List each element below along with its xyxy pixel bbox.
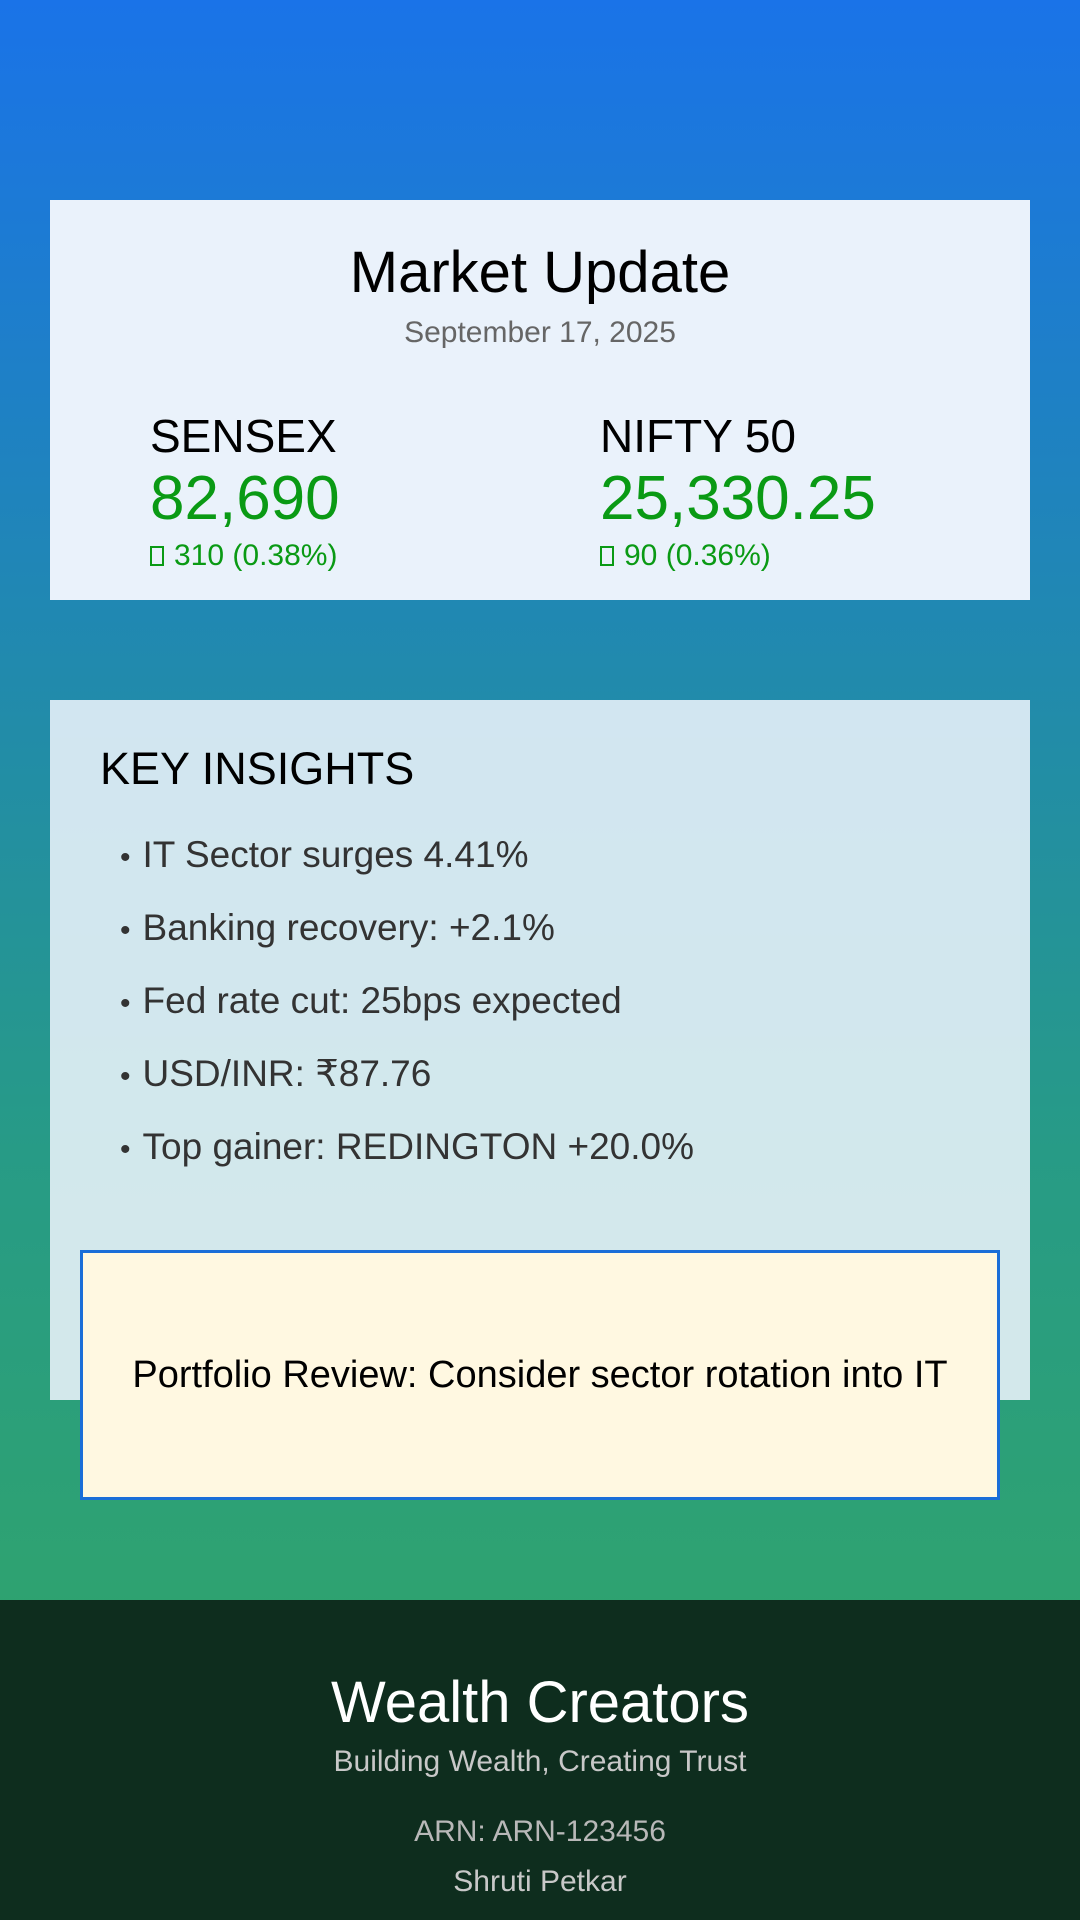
list-item: • IT Sector surges 4.41% (120, 820, 694, 893)
bullet-icon: • (120, 914, 131, 947)
insight-list: • IT Sector surges 4.41% • Banking recover… (120, 820, 694, 1185)
index-change-text: 310 (0.38%) (174, 539, 338, 572)
market-update-card: Market Update September 17, 2025 SENSEX … (50, 200, 1030, 600)
index-value: 25,330.25 (600, 464, 876, 533)
up-arrow-icon (600, 546, 614, 566)
list-item: • Fed rate cut: 25bps expected (120, 966, 694, 1039)
index-name: NIFTY 50 (600, 410, 796, 462)
index-nifty-50: NIFTY 50 25,330.25 90 (0.36%) (600, 410, 876, 574)
insight-text: USD/INR: ₹87.76 (142, 1053, 432, 1094)
portfolio-review-text: Portfolio Review: Consider sector rotati… (132, 1354, 948, 1396)
index-sensex: SENSEX 82,690 310 (0.38%) (150, 410, 340, 574)
up-arrow-icon (150, 546, 164, 566)
advisor-name: Shruti Petkar (453, 1865, 627, 1898)
list-item: • Banking recovery: +2.1% (120, 893, 694, 966)
brand-tagline: Building Wealth, Creating Trust (333, 1745, 747, 1778)
bullet-icon: • (120, 987, 131, 1020)
insight-text: Top gainer: REDINGTON +20.0% (142, 1126, 694, 1167)
key-insights-title: KEY INSIGHTS (100, 743, 415, 794)
index-change: 310 (0.38%) (150, 538, 340, 574)
bullet-icon: • (120, 841, 131, 874)
market-update-title: Market Update (349, 240, 731, 305)
insight-text: Banking recovery: +2.1% (142, 907, 555, 948)
brand-name: Wealth Creators (331, 1670, 749, 1735)
bullet-icon: • (120, 1060, 131, 1093)
list-item: • Top gainer: REDINGTON +20.0% (120, 1112, 694, 1185)
index-change: 90 (0.36%) (600, 538, 876, 574)
index-value: 82,690 (150, 464, 340, 533)
bullet-icon: • (120, 1133, 131, 1166)
index-change-text: 90 (0.36%) (624, 539, 771, 572)
list-item: • USD/INR: ₹87.76 (120, 1039, 694, 1112)
footer: Wealth Creators Building Wealth, Creatin… (0, 1600, 1080, 1920)
insight-text: Fed rate cut: 25bps expected (142, 980, 622, 1021)
arn-number: ARN: ARN-123456 (414, 1815, 666, 1848)
index-name: SENSEX (150, 410, 337, 462)
market-update-date: September 17, 2025 (404, 316, 676, 349)
insight-text: IT Sector surges 4.41% (142, 834, 529, 875)
portfolio-review-callout: Portfolio Review: Consider sector rotati… (80, 1250, 1000, 1500)
